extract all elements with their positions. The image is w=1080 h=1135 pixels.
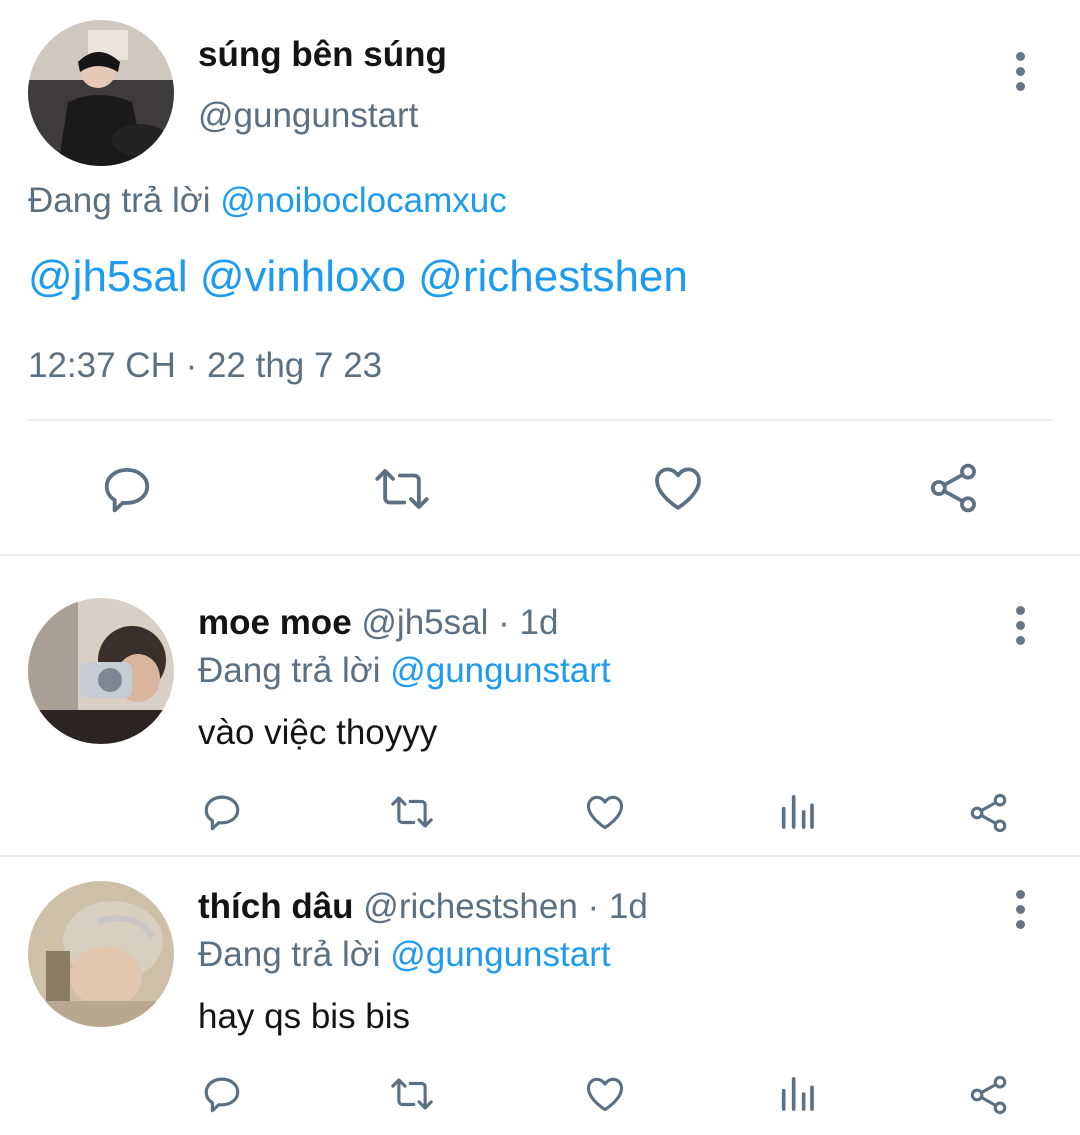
retweet-icon[interactable]: [388, 791, 436, 833]
more-options-icon[interactable]: [1016, 606, 1026, 651]
like-icon[interactable]: [583, 790, 627, 834]
share-icon[interactable]: [967, 791, 1011, 835]
more-options-icon[interactable]: [1016, 52, 1026, 97]
reply-context: Đang trả lời @noiboclocamxuc: [28, 180, 507, 222]
reply-prefix: Đang trả lời: [198, 935, 381, 974]
reply-header: moe moe @jh5sal · 1d: [198, 602, 558, 644]
tweet-timestamp: 12:37 CH · 22 thg 7 23: [28, 346, 383, 385]
handle[interactable]: @gungunstart: [198, 95, 418, 137]
reply-prefix: Đang trả lời: [198, 651, 381, 690]
divider: [0, 855, 1080, 857]
handle[interactable]: @richestshen: [363, 887, 578, 926]
reply-header: thích dâu @richestshen · 1d: [198, 886, 648, 928]
reply-to-link[interactable]: @gungunstart: [390, 651, 610, 690]
tweet-text: hay qs bis bis: [198, 997, 411, 1036]
reply-to-link[interactable]: @gungunstart: [390, 935, 610, 974]
avatar[interactable]: [28, 20, 174, 166]
retweet-icon[interactable]: [388, 1073, 436, 1115]
tweet-age: · 1d: [587, 887, 648, 926]
reply-icon[interactable]: [201, 1073, 243, 1115]
divider: [0, 554, 1080, 556]
display-name[interactable]: súng bên súng: [198, 34, 447, 76]
display-name[interactable]: moe moe: [198, 603, 352, 642]
reply-prefix: Đang trả lời: [28, 181, 211, 220]
reply-icon[interactable]: [100, 462, 154, 516]
reply-context: Đang trả lời @gungunstart: [198, 650, 611, 692]
handle[interactable]: @jh5sal: [361, 603, 488, 642]
retweet-icon[interactable]: [372, 462, 432, 516]
reply-icon[interactable]: [201, 791, 243, 833]
analytics-icon[interactable]: [777, 792, 817, 832]
more-options-icon[interactable]: [1016, 890, 1026, 935]
share-icon[interactable]: [926, 460, 982, 516]
tweet-text: vào việc thoyyy: [198, 713, 438, 752]
like-icon[interactable]: [650, 460, 706, 516]
reply-context: Đang trả lời @gungunstart: [198, 934, 611, 976]
divider: [28, 419, 1052, 421]
display-name[interactable]: thích dâu: [198, 887, 354, 926]
tweet-age: · 1d: [498, 603, 559, 642]
avatar[interactable]: [28, 598, 174, 744]
tweet-mentions[interactable]: @jh5sal @vinhloxo @richestshen: [28, 250, 688, 304]
share-icon[interactable]: [967, 1073, 1011, 1117]
analytics-icon[interactable]: [777, 1074, 817, 1114]
reply-to-link[interactable]: @noiboclocamxuc: [220, 181, 507, 220]
avatar[interactable]: [28, 881, 174, 1027]
like-icon[interactable]: [583, 1072, 627, 1116]
